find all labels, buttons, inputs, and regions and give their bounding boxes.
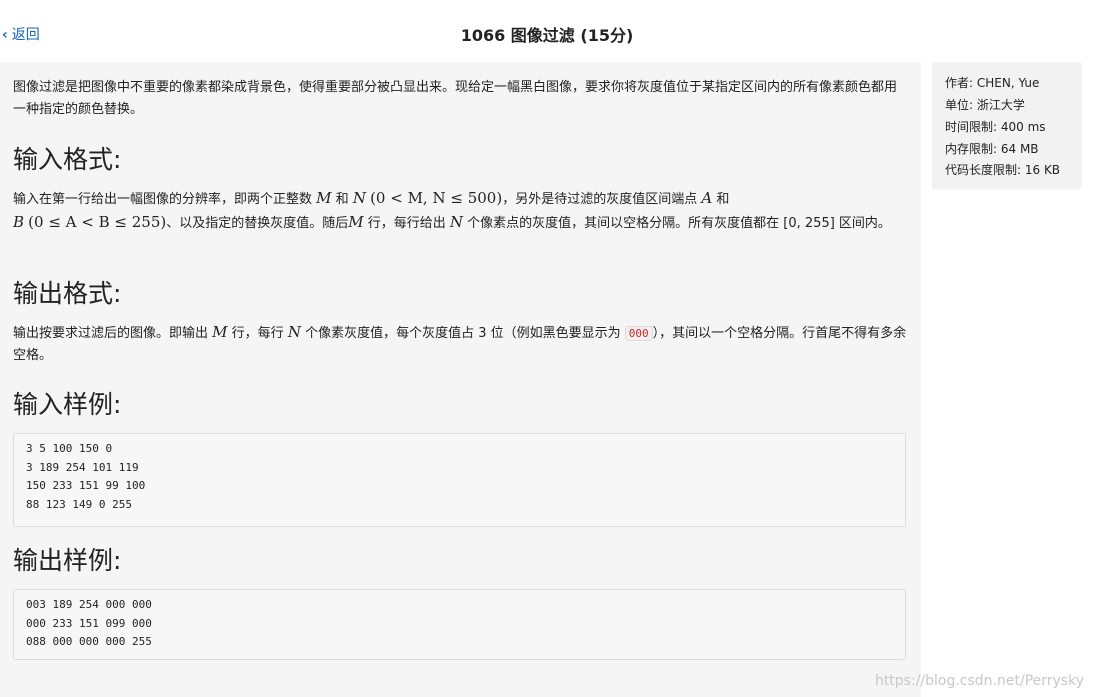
output-format-text: 输出按要求过滤后的图像。即输出 M 行，每行 N 个像素灰度值，每个灰度值占 3… — [13, 323, 907, 363]
problem-description: 图像过滤是把图像中不重要的像素都染成背景色，使得重要部分被凸显出来。现给定一幅黑… — [13, 80, 898, 117]
top-bar: ‹ 返回 1066 图像过滤 (15分) — [0, 0, 1094, 62]
time-limit-info: 时间限制: 400 ms — [945, 120, 1046, 134]
output-format-heading: 输出格式: — [13, 279, 122, 308]
code-line: 3 189 254 101 119 — [26, 460, 139, 474]
inline-code-000: 000 — [624, 326, 653, 341]
code-length-limit-info: 代码长度限制: 16 KB — [945, 163, 1061, 177]
input-format-text: 输入在第一行给出一幅图像的分辨率，即两个正整数 M 和 N (0 < M, N … — [13, 189, 891, 231]
sample-output-block[interactable]: 003 189 254 000 000 000 233 151 099 000 … — [13, 589, 906, 660]
problem-info-sidebar: 作者: CHEN, Yue 单位: 浙江大学 时间限制: 400 ms 内存限制… — [932, 62, 1082, 189]
author-info: 作者: CHEN, Yue — [945, 76, 1040, 90]
problem-panel: 图像过滤是把图像中不重要的像素都染成背景色，使得重要部分被凸显出来。现给定一幅黑… — [0, 62, 921, 697]
sample-input-block[interactable]: 3 5 100 150 0 3 189 254 101 119 150 233 … — [13, 433, 906, 527]
code-line: 003 189 254 000 000 — [26, 598, 152, 611]
sample-input-heading: 输入样例: — [13, 390, 122, 419]
code-line: 88 123 149 0 255 — [26, 497, 132, 511]
page-title: 1066 图像过滤 (15分) — [460, 26, 634, 45]
memory-limit-info: 内存限制: 64 MB — [945, 142, 1039, 156]
code-line: 3 5 100 150 0 — [26, 442, 113, 455]
watermark: https://blog.csdn.net/Perrysky — [874, 673, 1084, 689]
code-line: 000 233 151 099 000 — [26, 616, 152, 630]
input-format-heading: 输入格式: — [13, 145, 122, 174]
unit-info: 单位: 浙江大学 — [945, 98, 1025, 112]
code-line: 150 233 151 99 100 — [26, 479, 146, 492]
code-line: 088 000 000 000 255 — [26, 635, 152, 648]
sample-output-heading: 输出样例: — [13, 546, 122, 575]
